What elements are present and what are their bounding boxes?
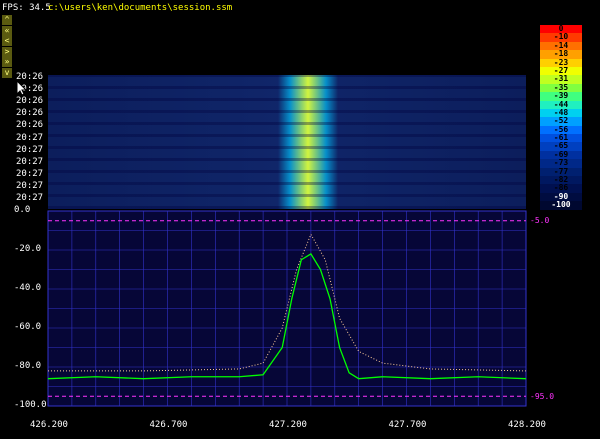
x-tick-label: 428.200 (508, 420, 546, 430)
y-tick-label: -60.0 (14, 322, 42, 332)
spectrum-plot[interactable] (0, 0, 600, 439)
y-tick-label: -20.0 (14, 244, 42, 254)
x-tick-label: 426.200 (30, 420, 68, 430)
x-tick-label: 426.700 (149, 420, 188, 430)
y-tick-label: 0.0 (14, 205, 31, 215)
marker-bottom-label: -95.0 (530, 392, 555, 401)
marker-top-label: -5.0 (530, 216, 550, 225)
y-tick-label: -100.0 (14, 400, 47, 410)
x-tick-label: 427.200 (269, 420, 307, 430)
y-tick-label: -80.0 (14, 361, 42, 371)
y-tick-label: -40.0 (14, 283, 42, 293)
x-tick-label: 427.700 (388, 420, 427, 430)
